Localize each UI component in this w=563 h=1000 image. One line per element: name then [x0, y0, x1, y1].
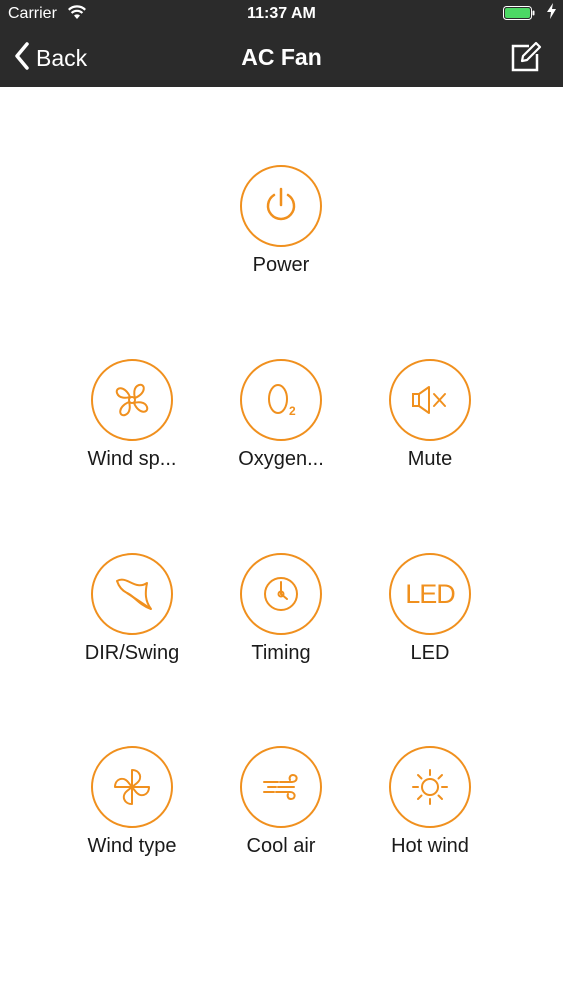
- power-button[interactable]: Power: [211, 165, 351, 285]
- oxygen-icon: 2: [240, 359, 322, 441]
- mute-button[interactable]: Mute: [360, 359, 500, 479]
- power-label: Power: [252, 254, 310, 276]
- swing-icon: [91, 553, 173, 635]
- wind-speed-label: Wind sp...: [87, 448, 177, 470]
- top-bar: Carrier 11:37 AM Back AC Fan: [0, 0, 563, 87]
- cool-air-button[interactable]: Cool air: [211, 746, 351, 866]
- led-label: LED: [410, 642, 450, 664]
- status-time: 11:37 AM: [247, 5, 316, 22]
- power-icon: [240, 165, 322, 247]
- hot-wind-button[interactable]: Hot wind: [360, 746, 500, 866]
- edit-button[interactable]: [509, 40, 543, 79]
- fan-icon: [91, 359, 173, 441]
- led-button[interactable]: LED LED: [360, 553, 500, 673]
- status-bar: Carrier 11:37 AM: [0, 0, 563, 30]
- swing-button[interactable]: DIR/Swing: [62, 553, 202, 673]
- led-icon: LED: [389, 553, 471, 635]
- battery-icon: [503, 6, 535, 20]
- mute-label: Mute: [407, 448, 453, 470]
- timing-label: Timing: [251, 642, 311, 664]
- wind-type-icon: [91, 746, 173, 828]
- oxygen-label: Oxygen...: [238, 448, 324, 470]
- hot-wind-label: Hot wind: [391, 835, 469, 857]
- edit-icon: [509, 41, 543, 78]
- nav-bar: Back AC Fan: [0, 30, 563, 87]
- clock-icon: [240, 553, 322, 635]
- page-title: AC Fan: [241, 44, 322, 70]
- svg-text:2: 2: [289, 404, 296, 418]
- led-icon-text: LED: [405, 578, 456, 609]
- wind-type-label: Wind type: [87, 835, 177, 857]
- sun-icon: [389, 746, 471, 828]
- wind-speed-button[interactable]: Wind sp...: [62, 359, 202, 479]
- timing-button[interactable]: Timing: [211, 553, 351, 673]
- mute-icon: [389, 359, 471, 441]
- cool-air-icon: [240, 746, 322, 828]
- oxygen-button[interactable]: 2 Oxygen...: [211, 359, 351, 479]
- wind-type-button[interactable]: Wind type: [62, 746, 202, 866]
- charging-icon: [547, 3, 556, 24]
- cool-air-label: Cool air: [246, 835, 316, 857]
- swing-label: DIR/Swing: [84, 642, 180, 664]
